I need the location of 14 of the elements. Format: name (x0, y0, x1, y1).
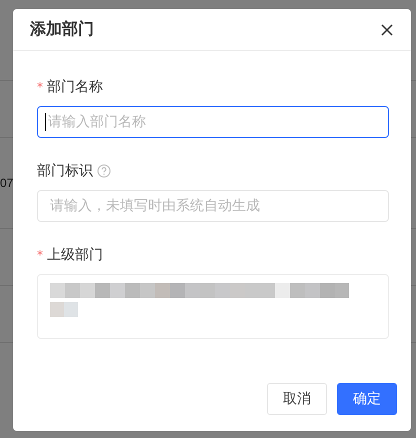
close-icon[interactable] (379, 22, 395, 38)
table-cell: 07 (0, 176, 14, 190)
dialog-title: 添加部门 (30, 19, 94, 40)
cancel-button[interactable]: 取消 (267, 383, 327, 415)
confirm-button[interactable]: 确定 (337, 383, 397, 415)
select-field[interactable] (37, 274, 389, 339)
required-mark: * (37, 80, 43, 94)
text-cursor (45, 113, 46, 131)
required-mark: * (37, 248, 43, 262)
field-label: 上级部门 (47, 246, 103, 264)
field-label: 部门名称 (47, 78, 103, 96)
field-label: 部门标识 (37, 162, 93, 180)
input-field[interactable]: 请输入部门名称 (37, 106, 389, 138)
help-icon[interactable] (97, 164, 111, 178)
